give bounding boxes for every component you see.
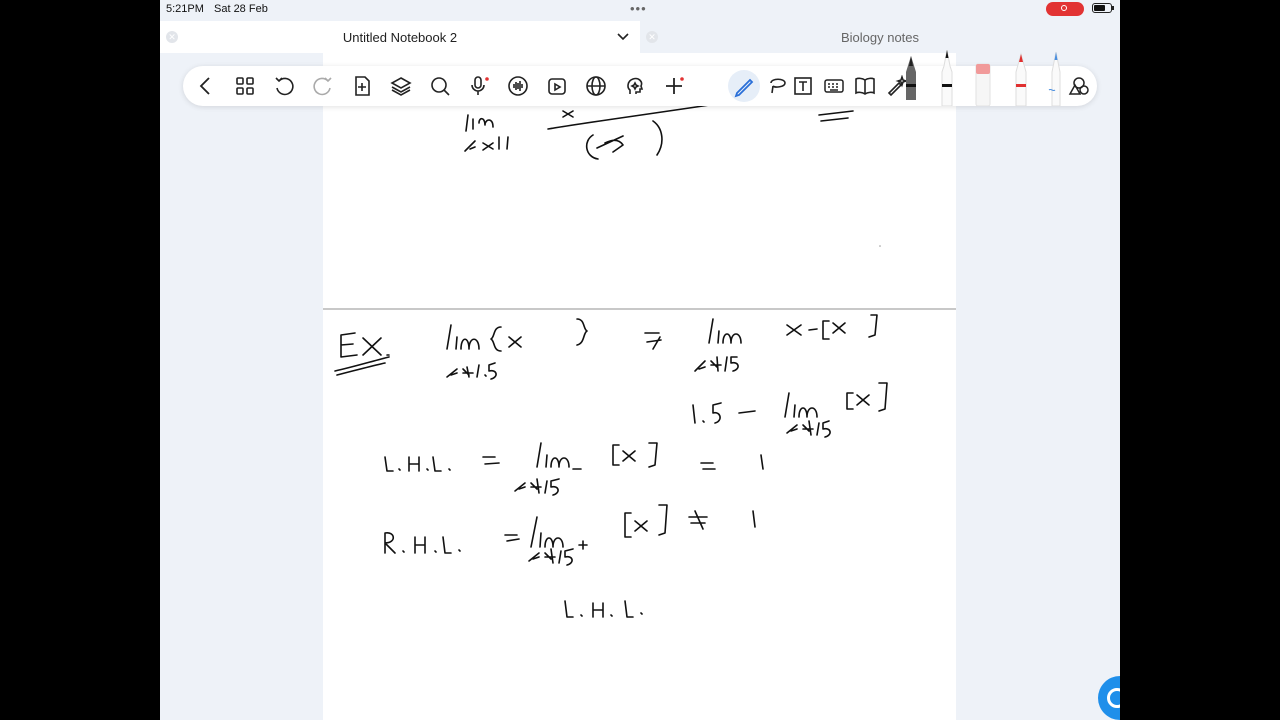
page-divider <box>323 308 956 310</box>
ink-stroke <box>508 336 522 348</box>
keyboard-icon[interactable] <box>823 75 845 97</box>
tab-untitled-notebook[interactable]: ✕ Untitled Notebook 2 <box>160 21 640 53</box>
status-date: Sat 28 Feb <box>214 3 268 15</box>
globe-icon[interactable] <box>585 75 607 97</box>
ink-stroke <box>784 392 818 418</box>
add-page-icon[interactable] <box>351 75 373 97</box>
ink-stroke <box>708 318 742 344</box>
tab-title: Biology notes <box>840 30 920 45</box>
multitask-dots-icon[interactable]: ••• <box>630 1 647 16</box>
tab-bar: ✕ Untitled Notebook 2 ✕ Biology notes <box>160 21 1120 53</box>
chevron-down-icon[interactable] <box>616 29 630 46</box>
search-icon[interactable] <box>429 75 451 97</box>
ink-stroke <box>738 410 756 414</box>
ink-stroke <box>786 420 831 438</box>
pen-tool-selected[interactable] <box>728 70 760 102</box>
shape-icon[interactable] <box>1067 75 1089 97</box>
ink-stroke <box>362 337 390 356</box>
ink-stroke <box>585 120 663 160</box>
ink-stroke <box>644 332 662 350</box>
ink-stroke <box>446 362 497 380</box>
ink-stroke <box>846 382 888 412</box>
lasso-icon[interactable] <box>767 75 789 97</box>
tab-biology-notes[interactable]: ✕ Biology notes <box>640 21 1120 53</box>
notebook-page[interactable] <box>323 53 956 720</box>
ink-stroke <box>514 468 582 496</box>
text-box-icon[interactable] <box>792 75 814 97</box>
ink-stroke <box>818 110 854 122</box>
fountain-pen-icon[interactable] <box>900 50 922 106</box>
battery-icon <box>1092 3 1114 13</box>
undo-icon[interactable] <box>273 75 295 97</box>
ink-stroke <box>752 510 756 528</box>
ink-stroke <box>490 326 502 352</box>
ink-stroke <box>576 318 588 346</box>
eraser-icon[interactable] <box>972 50 994 106</box>
ipad-screen: 5:21PM Sat 28 Feb ••• ✕ Untitled Noteboo… <box>160 0 1120 720</box>
add-icon[interactable] <box>663 75 685 97</box>
audio-wave-icon[interactable] <box>507 75 529 97</box>
ink-stroke <box>464 136 509 152</box>
media-icon[interactable] <box>546 75 568 97</box>
ink-stroke <box>694 356 739 372</box>
ink-stroke <box>482 456 500 465</box>
ink-stroke <box>700 462 716 470</box>
ink-stroke <box>504 534 520 542</box>
ink-stroke <box>384 532 461 554</box>
status-bar: 5:21PM Sat 28 Feb ••• <box>160 0 1120 18</box>
screen-recording-icon[interactable] <box>1046 2 1084 16</box>
layers-icon[interactable] <box>390 75 412 97</box>
ink-stroke <box>340 332 358 358</box>
ink-stroke <box>334 356 390 376</box>
ink-stroke <box>822 314 878 340</box>
ink-stroke <box>688 510 708 530</box>
chevron-left-icon[interactable] <box>195 75 217 97</box>
ai-head-icon[interactable] <box>624 75 646 97</box>
ink-stroke <box>446 324 480 350</box>
ink-stroke <box>612 442 658 468</box>
blue-pen-icon[interactable] <box>1045 50 1067 106</box>
ink-stroke <box>562 110 574 118</box>
ink-stroke <box>624 504 668 538</box>
ink-stroke <box>564 600 643 618</box>
ink-stroke <box>536 442 570 468</box>
ink-stroke <box>786 324 818 336</box>
book-icon[interactable] <box>854 75 876 97</box>
ink-stroke <box>760 454 764 470</box>
handwriting-canvas[interactable] <box>323 53 956 720</box>
ink-stroke <box>528 540 588 566</box>
ink-stroke <box>692 402 722 424</box>
ballpoint-pen-icon[interactable] <box>936 50 958 106</box>
notes-toolbar <box>183 50 1097 106</box>
ink-stroke <box>384 456 451 472</box>
microphone-icon[interactable] <box>468 75 490 97</box>
ink-stroke <box>530 516 564 548</box>
red-pen-icon[interactable] <box>1010 50 1032 106</box>
ink-stroke <box>465 114 494 132</box>
assistant-bubble-icon[interactable] <box>1098 676 1120 720</box>
status-time: 5:21PM <box>166 3 204 15</box>
tab-title: Untitled Notebook 2 <box>342 30 458 45</box>
ink-stroke <box>547 102 724 130</box>
redo-icon[interactable] <box>312 75 334 97</box>
grid-icon[interactable] <box>234 75 256 97</box>
